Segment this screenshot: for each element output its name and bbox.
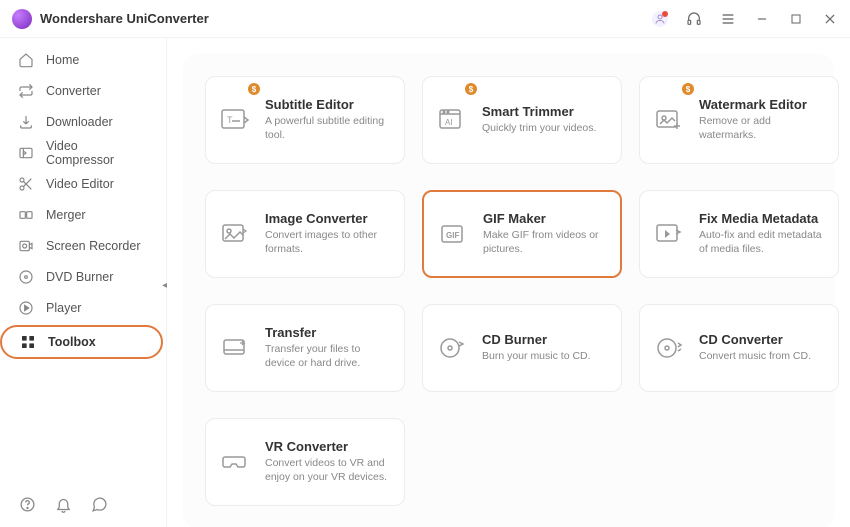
minimize-button[interactable]	[754, 11, 770, 27]
tool-title: Transfer	[265, 325, 392, 340]
title-actions	[652, 11, 838, 27]
sidebar: Home Converter Downloader Video Compress…	[0, 38, 167, 527]
help-icon[interactable]	[18, 495, 36, 513]
bell-icon[interactable]	[54, 495, 72, 513]
tool-title: Image Converter	[265, 211, 392, 226]
sidebar-item-converter[interactable]: Converter	[0, 75, 166, 106]
tool-title: VR Converter	[265, 439, 392, 454]
scissors-icon	[18, 176, 34, 192]
premium-badge: $	[682, 83, 694, 95]
user-icon[interactable]	[652, 11, 668, 27]
tool-title: Smart Trimmer	[482, 104, 609, 119]
svg-text:GIF: GIF	[446, 231, 459, 240]
tool-title: CD Burner	[482, 332, 609, 347]
sidebar-item-recorder[interactable]: Screen Recorder	[0, 230, 166, 261]
sidebar-item-merger[interactable]: Merger	[0, 199, 166, 230]
sidebar-item-toolbox[interactable]: Toolbox	[0, 325, 163, 359]
premium-badge: $	[465, 83, 477, 95]
tool-smart-trimmer[interactable]: AI Smart Trimmer Quickly trim your video…	[422, 76, 622, 164]
sidebar-item-label: Player	[46, 301, 81, 315]
tool-desc: Remove or add watermarks.	[699, 115, 826, 142]
subtitle-icon: T	[218, 105, 251, 135]
feedback-icon[interactable]	[90, 495, 108, 513]
sidebar-item-label: Video Compressor	[46, 139, 148, 167]
premium-badge: $	[248, 83, 260, 95]
tool-cd-burner[interactable]: CD Burner Burn your music to CD.	[422, 304, 622, 392]
tool-title: CD Converter	[699, 332, 826, 347]
sidebar-item-home[interactable]: Home	[0, 44, 166, 75]
watermark-icon	[652, 105, 685, 135]
sidebar-item-label: Home	[46, 53, 79, 67]
tool-desc: Quickly trim your videos.	[482, 122, 609, 136]
download-icon	[18, 114, 34, 130]
tool-title: GIF Maker	[483, 211, 608, 226]
cd-burner-icon	[435, 333, 468, 363]
sidebar-item-label: DVD Burner	[46, 270, 113, 284]
content-area: T Subtitle Editor A powerful subtitle ed…	[167, 38, 850, 527]
sidebar-item-editor[interactable]: Video Editor	[0, 168, 166, 199]
trimmer-icon: AI	[435, 105, 468, 135]
maximize-button[interactable]	[788, 11, 804, 27]
tool-desc: A powerful subtitle editing tool.	[265, 115, 392, 142]
hamburger-icon[interactable]	[720, 11, 736, 27]
sidebar-item-player[interactable]: Player	[0, 292, 166, 323]
tool-desc: Auto-fix and edit metadata of media file…	[699, 229, 826, 256]
sidebar-item-label: Video Editor	[46, 177, 114, 191]
tool-desc: Make GIF from videos or pictures.	[483, 229, 608, 256]
tool-grid: T Subtitle Editor A powerful subtitle ed…	[205, 76, 812, 506]
compress-icon	[18, 145, 34, 161]
tool-gif-maker[interactable]: GIF GIF Maker Make GIF from videos or pi…	[422, 190, 622, 278]
close-button[interactable]	[822, 11, 838, 27]
vr-icon	[218, 447, 251, 477]
headset-icon[interactable]	[686, 11, 702, 27]
sidebar-item-compressor[interactable]: Video Compressor	[0, 137, 166, 168]
merge-icon	[18, 207, 34, 223]
sidebar-item-label: Merger	[46, 208, 86, 222]
metadata-icon	[652, 219, 685, 249]
transfer-icon	[218, 333, 251, 363]
tool-fix-metadata[interactable]: Fix Media Metadata Auto-fix and edit met…	[639, 190, 839, 278]
converter-icon	[18, 83, 34, 99]
tool-desc: Convert videos to VR and enjoy on your V…	[265, 457, 392, 484]
sidebar-item-dvd[interactable]: DVD Burner	[0, 261, 166, 292]
tool-vr-converter[interactable]: VR Converter Convert videos to VR and en…	[205, 418, 405, 506]
disc-icon	[18, 269, 34, 285]
tool-desc: Transfer your files to device or hard dr…	[265, 343, 392, 370]
sidebar-item-label: Converter	[46, 84, 101, 98]
record-icon	[18, 238, 34, 254]
sidebar-item-label: Screen Recorder	[46, 239, 141, 253]
app-title: Wondershare UniConverter	[40, 11, 652, 26]
svg-text:T: T	[227, 115, 233, 125]
tool-subtitle-editor[interactable]: T Subtitle Editor A powerful subtitle ed…	[205, 76, 405, 164]
tool-watermark-editor[interactable]: Watermark Editor Remove or add watermark…	[639, 76, 839, 164]
sidebar-item-label: Downloader	[46, 115, 113, 129]
tool-desc: Burn your music to CD.	[482, 350, 609, 364]
sidebar-item-downloader[interactable]: Downloader	[0, 106, 166, 137]
app-logo	[12, 9, 32, 29]
tool-title: Subtitle Editor	[265, 97, 392, 112]
image-icon	[218, 219, 251, 249]
tool-title: Fix Media Metadata	[699, 211, 826, 226]
tool-desc: Convert images to other formats.	[265, 229, 392, 256]
tool-cd-converter[interactable]: CD Converter Convert music from CD.	[639, 304, 839, 392]
grid-icon	[20, 334, 36, 350]
cd-converter-icon	[652, 333, 685, 363]
gif-icon: GIF	[436, 219, 469, 249]
tool-image-converter[interactable]: Image Converter Convert images to other …	[205, 190, 405, 278]
sidebar-footer	[0, 495, 166, 513]
sidebar-item-label: Toolbox	[48, 335, 96, 349]
tool-transfer[interactable]: Transfer Transfer your files to device o…	[205, 304, 405, 392]
svg-text:AI: AI	[445, 118, 453, 127]
tool-title: Watermark Editor	[699, 97, 826, 112]
play-icon	[18, 300, 34, 316]
tool-desc: Convert music from CD.	[699, 350, 826, 364]
titlebar: Wondershare UniConverter	[0, 0, 850, 38]
home-icon	[18, 52, 34, 68]
